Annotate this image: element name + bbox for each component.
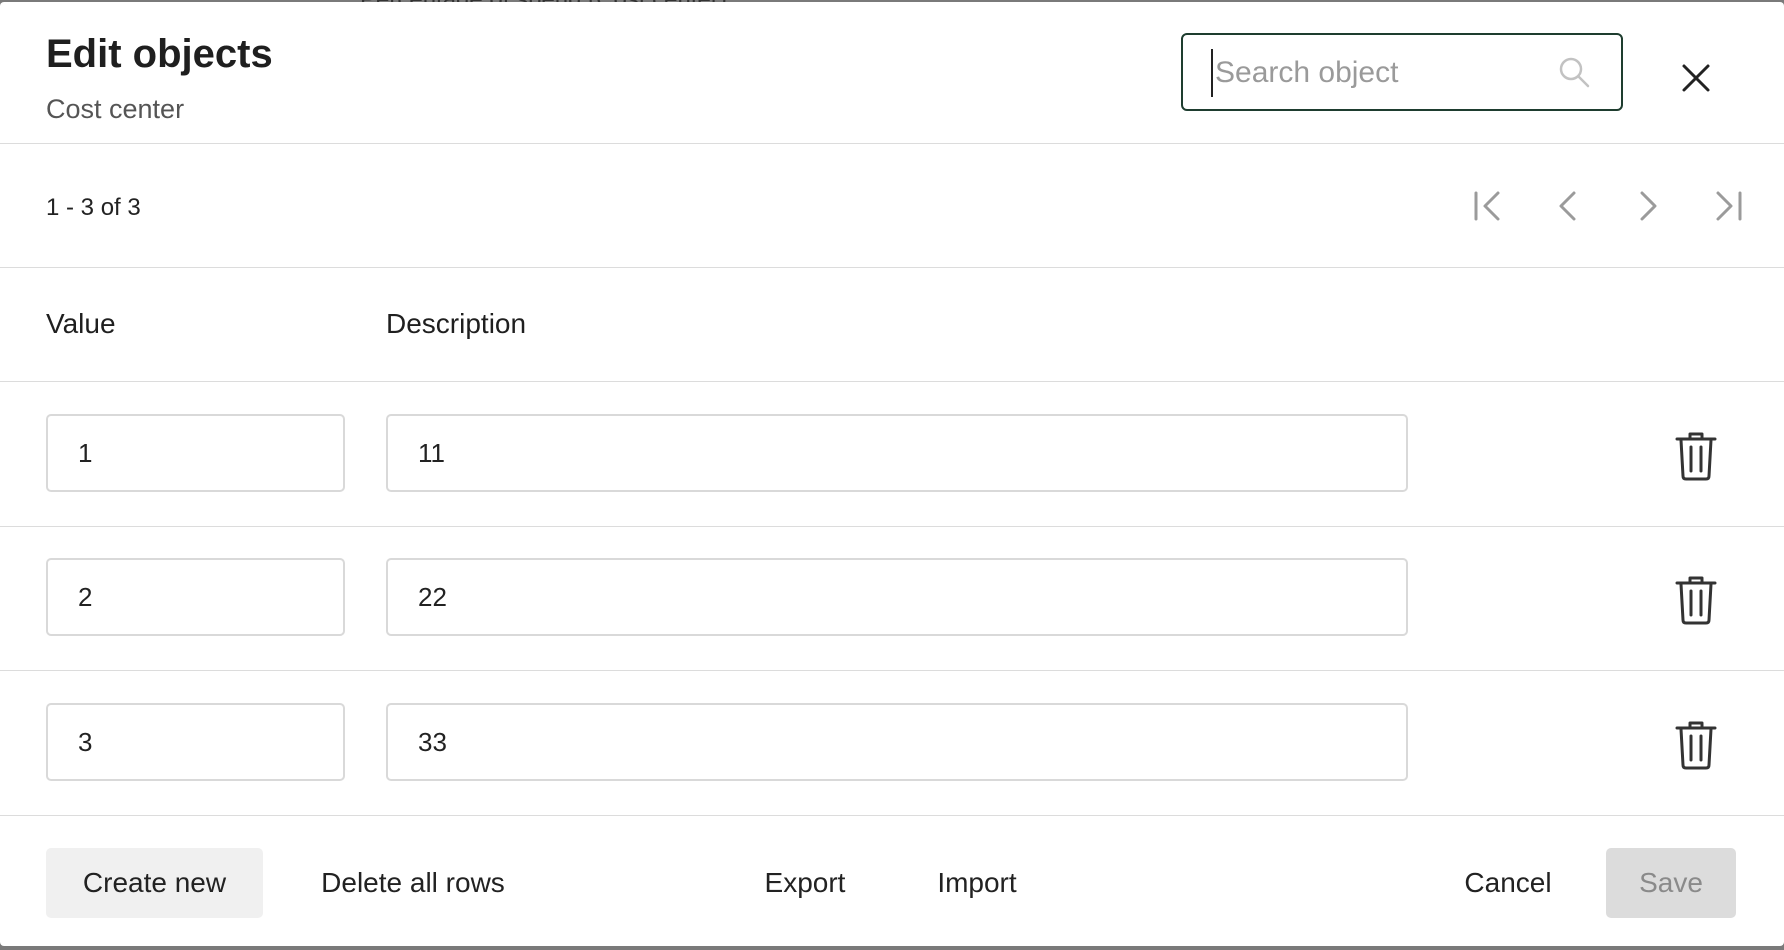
create-new-button[interactable]: Create new: [46, 848, 263, 918]
dialog-header: Edit objects Cost center: [0, 2, 1784, 144]
trash-icon[interactable]: [1672, 719, 1720, 771]
pagination-range: 1 - 3 of 3: [46, 194, 141, 221]
close-icon[interactable]: [1672, 54, 1720, 102]
export-button[interactable]: Export: [740, 848, 870, 918]
value-field[interactable]: [46, 703, 345, 781]
first-page-icon[interactable]: [1466, 184, 1510, 228]
next-page-icon[interactable]: [1626, 184, 1670, 228]
dialog-footer: Create new Delete all rows Export Import…: [0, 816, 1784, 946]
description-field[interactable]: [386, 558, 1408, 636]
table-header: Value Description: [0, 268, 1784, 382]
value-field[interactable]: [46, 558, 345, 636]
import-button[interactable]: Import: [912, 848, 1042, 918]
save-button[interactable]: Save: [1606, 848, 1736, 918]
dialog-subtitle: Cost center: [46, 94, 185, 124]
column-header-value: Value: [46, 308, 116, 339]
description-field[interactable]: [386, 414, 1408, 492]
cancel-button[interactable]: Cancel: [1440, 848, 1576, 918]
dialog-title: Edit objects: [46, 32, 273, 76]
value-field[interactable]: [46, 414, 345, 492]
search-icon: [1559, 57, 1590, 88]
column-header-description: Description: [386, 308, 527, 339]
description-field[interactable]: [386, 703, 1408, 781]
delete-all-rows-button[interactable]: Delete all rows: [300, 848, 526, 918]
trash-icon[interactable]: [1672, 574, 1720, 626]
table-row: [0, 382, 1784, 527]
table-row: [0, 671, 1784, 816]
prev-page-icon[interactable]: [1546, 184, 1590, 228]
search-box[interactable]: [1181, 33, 1623, 111]
trash-icon[interactable]: [1672, 430, 1720, 482]
pagination-bar: 1 - 3 of 3: [0, 144, 1784, 268]
edit-objects-dialog: Edit objects Cost center 1 - 3 of 3: [0, 2, 1784, 946]
table-row: [0, 526, 1784, 671]
search-input[interactable]: [1211, 49, 1547, 97]
last-page-icon[interactable]: [1706, 184, 1750, 228]
